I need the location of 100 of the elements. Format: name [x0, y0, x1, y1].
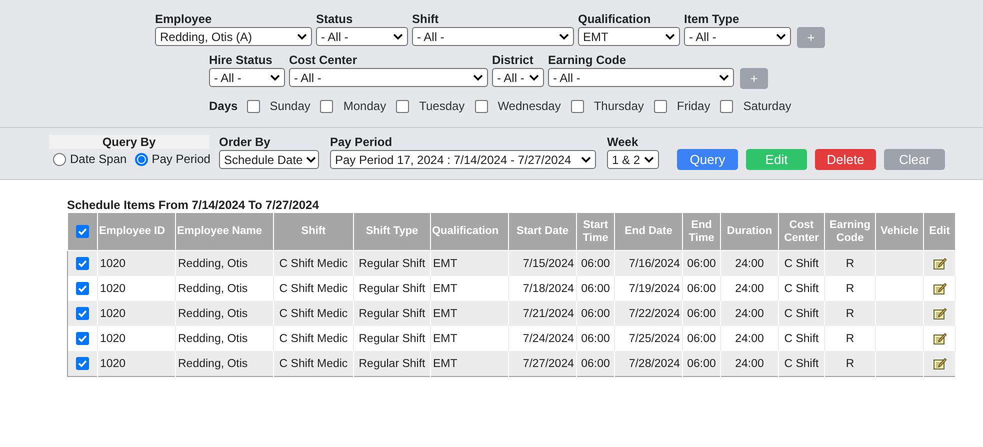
- table-cell: C Shift: [778, 276, 824, 301]
- table-cell: 1020: [98, 276, 176, 301]
- column-header: Edit: [924, 212, 956, 250]
- field-label: Item Type: [684, 12, 740, 26]
- table-cell: 1020: [98, 301, 176, 326]
- row-checkbox[interactable]: [76, 257, 89, 270]
- edit-icon[interactable]: [932, 257, 946, 270]
- radio-button[interactable]: [134, 152, 148, 166]
- dropdown[interactable]: EMT: [578, 27, 680, 46]
- table-cell: 7/24/2024: [508, 326, 576, 351]
- dropdown[interactable]: - All -: [209, 68, 285, 87]
- dropdown[interactable]: 1 & 2: [607, 150, 659, 169]
- dropdown[interactable]: - All -: [289, 68, 488, 87]
- table-cell: EMT: [430, 326, 508, 351]
- table-cell: 1020: [98, 250, 176, 276]
- chevron-icon: [270, 74, 280, 81]
- table-cell: 7/21/2024: [508, 301, 576, 326]
- table-cell: 24:00: [720, 250, 778, 276]
- table-cell: 7/22/2024: [614, 301, 682, 326]
- table-cell: 7/18/2024: [508, 276, 576, 301]
- table-cell: 24:00: [720, 326, 778, 351]
- table-cell: 06:00: [576, 250, 614, 276]
- field-label: Earning Code: [548, 53, 628, 67]
- dropdown[interactable]: - All -: [684, 27, 791, 46]
- table-cell: Regular Shift: [354, 250, 430, 276]
- field-label: Hire Status: [209, 53, 274, 67]
- chevron-icon: [559, 33, 569, 40]
- column-header: Employee ID: [98, 212, 176, 250]
- column-header: Cost Center: [778, 212, 824, 250]
- edit-icon[interactable]: [932, 282, 946, 295]
- action-button[interactable]: Query: [677, 149, 738, 170]
- table-cell: R: [824, 301, 876, 326]
- checkbox[interactable]: [246, 100, 260, 112]
- checkbox[interactable]: [654, 100, 667, 112]
- table-cell: 24:00: [720, 351, 778, 376]
- table-cell: 06:00: [682, 301, 720, 326]
- radio-button[interactable]: [53, 152, 66, 166]
- checkbox-label: Thursday: [594, 99, 644, 113]
- dropdown[interactable]: Pay Period 17, 2024 : 7/14/2024 - 7/27/2024: [330, 150, 596, 169]
- column-header: Vehicle: [876, 212, 924, 250]
- select-all-checkbox[interactable]: [76, 224, 89, 238]
- chevron-icon: [297, 33, 307, 40]
- column-header: Shift: [274, 212, 354, 250]
- table-cell: 1020: [98, 351, 176, 376]
- row-checkbox[interactable]: [76, 332, 89, 345]
- edit-icon[interactable]: [932, 307, 946, 320]
- chevron-icon: [776, 33, 786, 40]
- field-label: Week: [607, 135, 640, 149]
- table-cell: 06:00: [682, 326, 720, 351]
- chevron-icon: [393, 33, 403, 40]
- table-cell: Regular Shift: [354, 351, 430, 376]
- chevron-icon: [644, 156, 654, 163]
- field-label: Qualification: [578, 12, 652, 26]
- table-cell: R: [824, 326, 876, 351]
- dropdown[interactable]: - All -: [316, 27, 408, 46]
- column-header: Duration: [720, 212, 778, 250]
- table-cell: Redding, Otis: [176, 351, 274, 376]
- dropdown[interactable]: Redding, Otis (A): [155, 27, 312, 46]
- dropdown[interactable]: - All -: [492, 68, 544, 87]
- dropdown[interactable]: - All -: [548, 68, 734, 87]
- table-cell: 06:00: [682, 351, 720, 376]
- table-cell: C Shift: [778, 326, 824, 351]
- query-by-label: Query By: [49, 135, 209, 149]
- checkbox-label: Monday: [343, 99, 386, 113]
- table-cell: 7/19/2024: [614, 276, 682, 301]
- edit-icon[interactable]: [932, 357, 946, 370]
- column-header: Qualification: [430, 212, 508, 250]
- table-cell: 24:00: [720, 276, 778, 301]
- table-cell: C Shift Medic: [274, 250, 354, 276]
- table-cell: 06:00: [576, 301, 614, 326]
- column-header: Employee Name: [176, 212, 274, 250]
- row-checkbox[interactable]: [76, 357, 89, 370]
- edit-icon[interactable]: [932, 332, 946, 345]
- column-header: End Time: [682, 212, 720, 250]
- table-cell: Regular Shift: [354, 276, 430, 301]
- chevron-icon: [306, 156, 316, 163]
- table-cell: 06:00: [682, 276, 720, 301]
- checkbox[interactable]: [720, 100, 734, 112]
- checkbox[interactable]: [396, 100, 410, 112]
- days-label: Days: [209, 99, 238, 113]
- table-cell: R: [824, 276, 876, 301]
- table-cell: C Shift Medic: [274, 351, 354, 376]
- row-checkbox[interactable]: [76, 307, 89, 320]
- table-cell: R: [824, 351, 876, 376]
- table-cell: 7/27/2024: [508, 351, 576, 376]
- column-header: Shift Type: [354, 212, 430, 250]
- checkbox[interactable]: [570, 100, 584, 112]
- field-label: Shift: [412, 12, 440, 26]
- checkbox[interactable]: [320, 100, 334, 112]
- radio-label: Pay Period: [152, 152, 210, 166]
- row-checkbox[interactable]: [76, 282, 89, 295]
- action-button[interactable]: Delete: [815, 149, 876, 170]
- dropdown[interactable]: Schedule Date: [219, 150, 319, 169]
- dropdown[interactable]: - All -: [412, 27, 574, 46]
- table-cell: 7/25/2024: [614, 326, 682, 351]
- checkbox[interactable]: [474, 100, 488, 112]
- table-cell: Regular Shift: [354, 326, 430, 351]
- table-cell: 06:00: [682, 250, 720, 276]
- table-cell: Redding, Otis: [176, 276, 274, 301]
- column-header: Start Date: [508, 212, 576, 250]
